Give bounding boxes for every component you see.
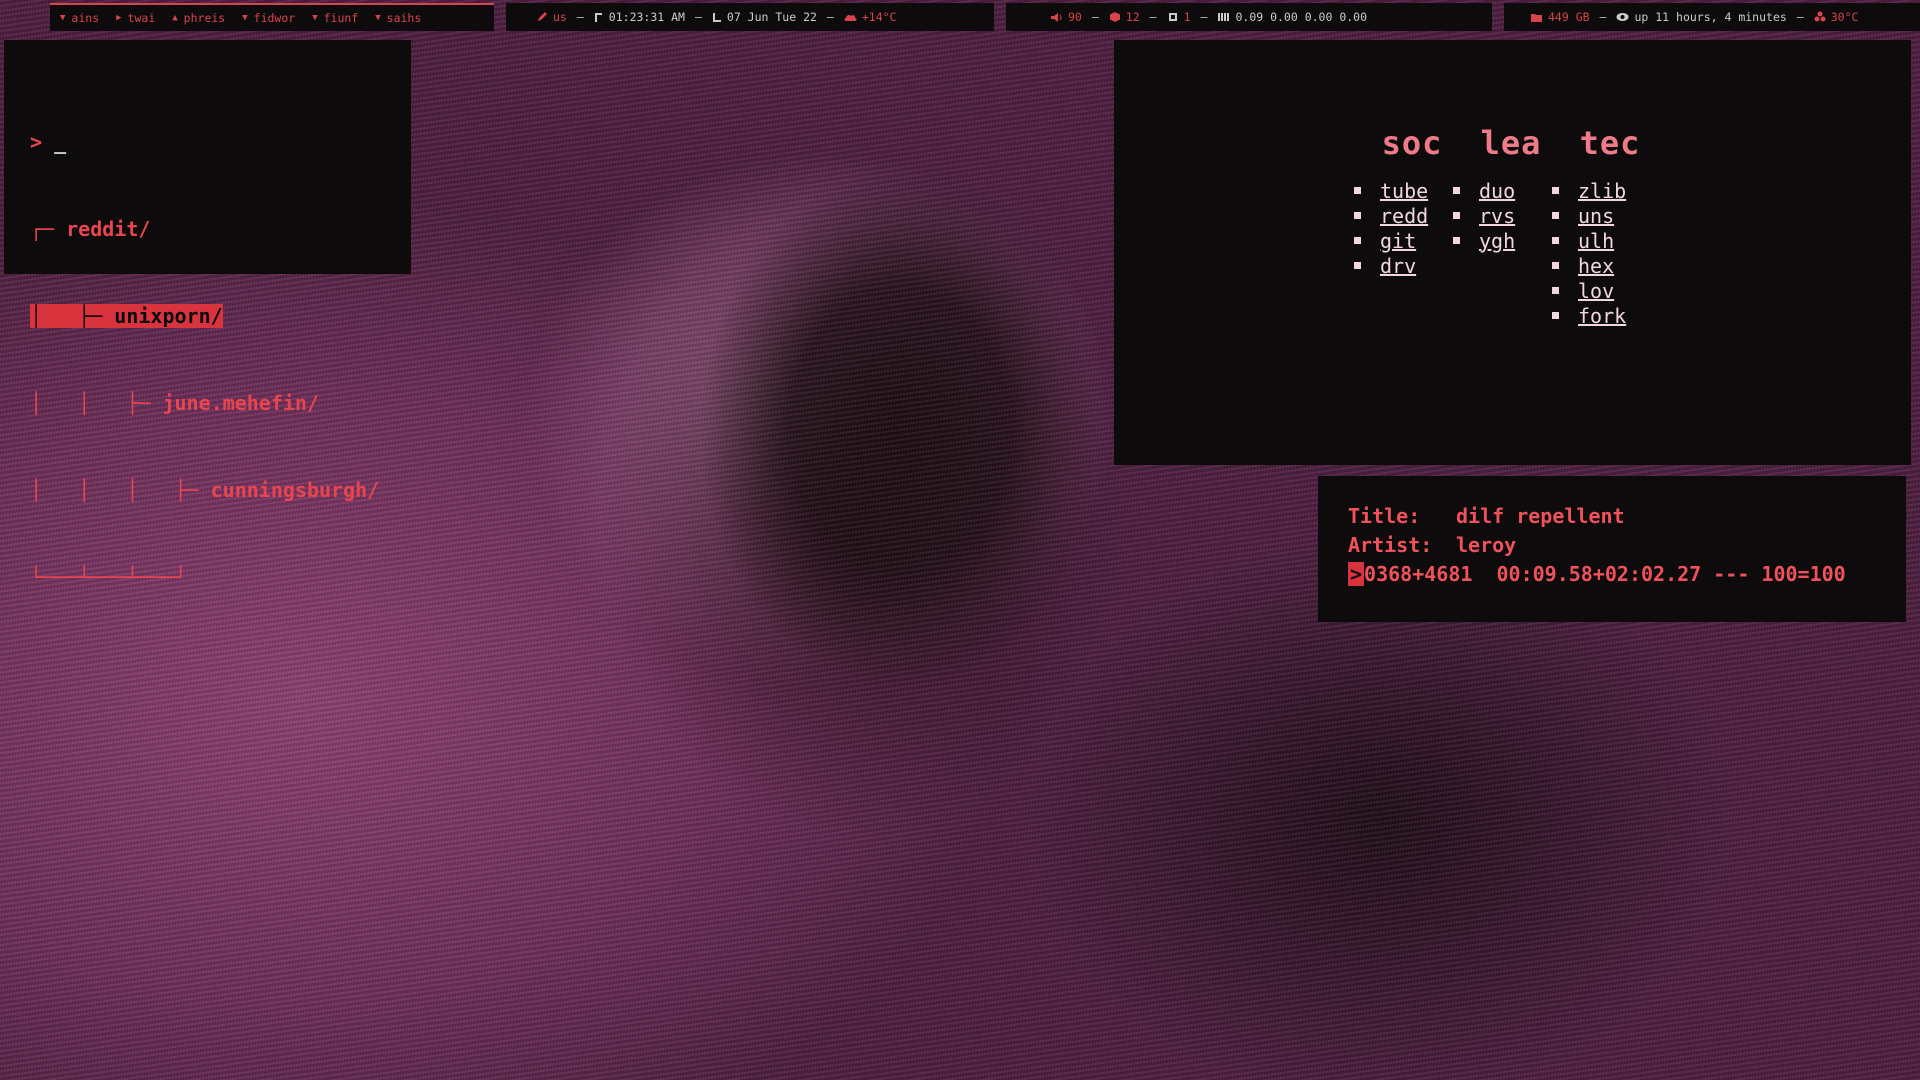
uptime: up 11 hours, 4 minutes bbox=[1616, 10, 1787, 24]
pencil-icon bbox=[538, 12, 547, 21]
track-artist-row: Artist: leroy bbox=[1348, 533, 1517, 557]
link-rvs[interactable]: rvs bbox=[1479, 204, 1515, 228]
bullet-icon bbox=[1552, 312, 1559, 319]
link-ygh[interactable]: ygh bbox=[1479, 229, 1515, 253]
eye-icon bbox=[1616, 13, 1629, 21]
bullet-icon bbox=[1354, 262, 1361, 269]
separator: — bbox=[1149, 10, 1157, 24]
workspace-4[interactable]: ▼ fidwor bbox=[242, 11, 295, 25]
separator: — bbox=[694, 10, 702, 24]
load-average: 0.09 0.00 0.00 0.00 bbox=[1217, 10, 1367, 24]
bullet-icon bbox=[1453, 237, 1460, 244]
separator: — bbox=[1200, 10, 1208, 24]
workspace-1[interactable]: ▼ ains bbox=[60, 11, 99, 25]
temperature: 30°C bbox=[1814, 10, 1858, 24]
bullet-icon bbox=[1354, 212, 1361, 219]
disk: 449 GB bbox=[1530, 10, 1590, 24]
bullet-icon bbox=[1453, 212, 1460, 219]
chip-icon bbox=[1168, 13, 1177, 21]
list-item: uns bbox=[1550, 203, 1670, 228]
separator: — bbox=[1796, 10, 1804, 24]
bullet-icon bbox=[1552, 287, 1559, 294]
weather: +14°C bbox=[844, 10, 896, 24]
playback-status: 0368+4681 00:09.58+02:02.27 --- 100=100 bbox=[1364, 562, 1846, 586]
workspace-bar: ▼ ains ▶ twai ▲ phreis ▼ fidwor ▼ fiunf ▼ saih… bbox=[50, 3, 494, 31]
separator: — bbox=[826, 10, 834, 24]
link-hex[interactable]: hex bbox=[1578, 254, 1614, 278]
column-title: tec bbox=[1579, 124, 1641, 162]
triangle-up-icon: ▲ bbox=[172, 13, 178, 23]
bullet-icon bbox=[1354, 187, 1361, 194]
list-item: ulh bbox=[1550, 228, 1670, 253]
workspace-6[interactable]: ▼ saihs bbox=[375, 11, 421, 25]
package-icon bbox=[1109, 12, 1120, 22]
bullet-icon bbox=[1552, 262, 1559, 269]
link-duo[interactable]: duo bbox=[1479, 179, 1515, 203]
volume[interactable]: 90 bbox=[1050, 10, 1082, 24]
link-lov[interactable]: lov bbox=[1578, 279, 1614, 303]
triangle-down-icon: ▼ bbox=[242, 13, 248, 23]
folder-icon bbox=[1531, 13, 1542, 22]
bullet-icon bbox=[1552, 237, 1559, 244]
calendar-icon bbox=[712, 12, 721, 22]
list-item: drv bbox=[1352, 253, 1472, 278]
tree-item-june-mehefin[interactable]: │ │ ├─ june.mehefin/ bbox=[30, 389, 379, 418]
track-title: dilf repellent bbox=[1456, 504, 1625, 528]
tree-bottom-border: └───┴───┴───┘ bbox=[30, 565, 187, 589]
link-tube[interactable]: tube bbox=[1380, 179, 1428, 203]
list-item: hex bbox=[1550, 253, 1670, 278]
playback-status-row: >0368+4681 00:09.58+02:02.27 --- 100=100 bbox=[1348, 562, 1846, 586]
workspace-5[interactable]: ▼ fiunf bbox=[312, 11, 358, 25]
workspace-3[interactable]: ▲ phreis bbox=[172, 11, 225, 25]
list-item: zlib bbox=[1550, 178, 1670, 203]
separator: — bbox=[1599, 10, 1607, 24]
separator: — bbox=[576, 10, 584, 24]
track-title-row: Title: dilf repellent bbox=[1348, 504, 1625, 528]
link-uns[interactable]: uns bbox=[1578, 204, 1614, 228]
cpu: 1 bbox=[1167, 10, 1191, 24]
prompt-line[interactable]: > _ bbox=[30, 128, 379, 157]
player-prompt[interactable]: > bbox=[1348, 562, 1365, 586]
link-drv[interactable]: drv bbox=[1380, 254, 1416, 278]
track-artist: leroy bbox=[1456, 533, 1517, 557]
tree-item-reddit[interactable]: ┌─ reddit/ bbox=[30, 215, 379, 244]
date: 07 Jun Tue 22 bbox=[712, 10, 817, 24]
link-redd[interactable]: redd bbox=[1380, 204, 1428, 228]
link-fork[interactable]: fork bbox=[1578, 304, 1626, 328]
separator: — bbox=[1091, 10, 1099, 24]
cloud-icon bbox=[844, 14, 857, 21]
column-tec: tec zlib uns ulh hex lov fork bbox=[1550, 124, 1670, 328]
list-item: lov bbox=[1550, 278, 1670, 303]
triangle-right-icon: ▶ bbox=[116, 13, 122, 23]
bullet-icon bbox=[1552, 212, 1559, 219]
tree-item-unixporn[interactable]: │ ├─ unixporn/ bbox=[30, 302, 379, 331]
link-git[interactable]: git bbox=[1380, 229, 1416, 253]
updates: 12 bbox=[1109, 10, 1140, 24]
keyboard-layout[interactable]: us bbox=[536, 10, 567, 24]
clock-icon bbox=[594, 12, 602, 22]
fan-icon bbox=[1814, 11, 1826, 22]
bullet-icon bbox=[1453, 187, 1460, 194]
bullet-icon bbox=[1354, 237, 1361, 244]
link-zlib[interactable]: zlib bbox=[1578, 179, 1626, 203]
directory-tree: > _ ┌─ reddit/ │ ├─ unixporn/ │ │ ├─ jun… bbox=[30, 70, 379, 621]
memory-icon bbox=[1218, 13, 1230, 21]
clock: 01:23:31 AM bbox=[594, 10, 685, 24]
clock-bar: us — 01:23:31 AM — 07 Jun Tue 22 — +14°C bbox=[506, 3, 994, 31]
triangle-down-icon: ▼ bbox=[312, 13, 318, 23]
uptime-bar: 449 GB — up 11 hours, 4 minutes — 30°C bbox=[1504, 3, 1920, 31]
triangle-down-icon: ▼ bbox=[375, 13, 381, 23]
music-player-window[interactable]: Title: dilf repellent Artist: leroy >0368+… bbox=[1318, 476, 1906, 622]
bullet-icon bbox=[1552, 187, 1559, 194]
list-item: fork bbox=[1550, 303, 1670, 328]
workspace-2[interactable]: ▶ twai bbox=[116, 11, 155, 25]
triangle-down-icon: ▼ bbox=[60, 13, 66, 23]
system-bar: 90 — 12 — 1 — 0.09 0.00 0.00 0.00 bbox=[1006, 3, 1492, 31]
tree-item-cunningsburgh[interactable]: │ │ │ ├─ cunningsburgh/ bbox=[30, 476, 379, 505]
speaker-icon bbox=[1051, 12, 1062, 22]
link-ulh[interactable]: ulh bbox=[1578, 229, 1614, 253]
